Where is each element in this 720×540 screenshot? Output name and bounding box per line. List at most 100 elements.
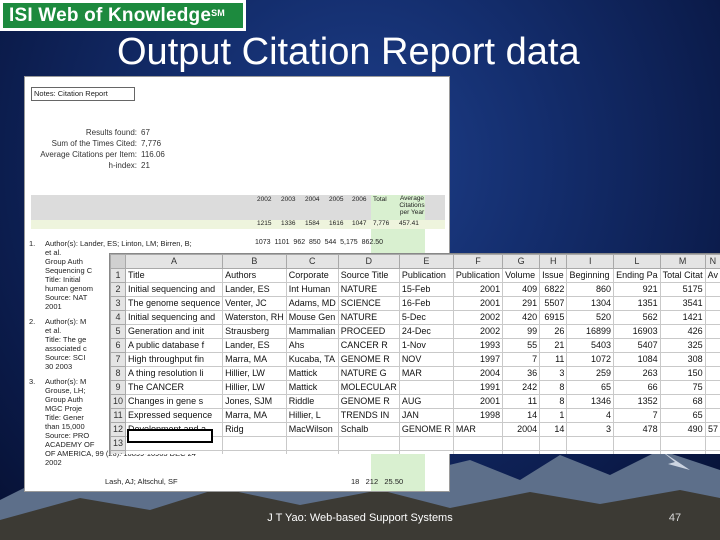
sheet-cell[interactable] <box>398 436 454 451</box>
sheet-cell[interactable]: 75 <box>659 380 706 395</box>
sheet-cell[interactable]: 1352 <box>613 394 661 409</box>
sheet-cell[interactable]: NATURE <box>337 310 400 325</box>
sheet-cell[interactable] <box>539 450 568 454</box>
sheet-cell[interactable]: 26 <box>539 324 568 339</box>
sheet-cell[interactable] <box>285 436 339 451</box>
sheet-cell[interactable]: GENOME R <box>398 422 454 437</box>
row-header[interactable]: 10 <box>110 394 127 409</box>
sheet-cell[interactable]: 478 <box>613 422 661 437</box>
sheet-cell[interactable]: MOLECULAR <box>337 380 400 395</box>
sheet-cell[interactable]: A thing resolution li <box>125 366 224 381</box>
column-header[interactable]: C <box>285 254 339 269</box>
sheet-cell[interactable]: 5-Dec <box>398 310 454 325</box>
sheet-cell[interactable]: 36 <box>502 366 541 381</box>
sheet-cell[interactable]: 1304 <box>566 296 615 311</box>
sheet-cell[interactable]: 2002 <box>452 324 504 339</box>
sheet-cell[interactable]: 1998 <box>452 408 504 423</box>
row-header[interactable]: 8 <box>110 366 127 381</box>
column-header[interactable]: F <box>452 254 504 269</box>
sheet-cell[interactable] <box>704 352 720 367</box>
sheet-cell[interactable]: Mouse Gen <box>285 310 339 325</box>
sheet-cell[interactable]: 420 <box>502 310 541 325</box>
column-header[interactable]: B <box>222 254 287 269</box>
sheet-cell[interactable] <box>659 450 706 454</box>
sheet-cell[interactable] <box>222 450 287 454</box>
field-header-cell[interactable]: Authors <box>222 268 287 283</box>
sheet-cell[interactable] <box>285 450 339 454</box>
sheet-cell[interactable]: Initial sequencing and <box>125 310 224 325</box>
column-header[interactable]: D <box>337 254 400 269</box>
sheet-cell[interactable]: 65 <box>659 408 706 423</box>
sheet-cell[interactable] <box>704 408 720 423</box>
row-header[interactable]: 9 <box>110 380 127 395</box>
field-header-cell[interactable]: Publication <box>398 268 454 283</box>
sheet-cell[interactable]: Jones, SJM <box>222 394 287 409</box>
column-header[interactable]: M <box>659 254 706 269</box>
sheet-cell[interactable] <box>539 436 568 451</box>
row-header[interactable]: 1 <box>110 268 127 283</box>
sheet-cell[interactable]: 3541 <box>659 296 706 311</box>
sheet-cell[interactable]: TRENDS IN <box>337 408 400 423</box>
field-header-cell[interactable]: Beginning <box>566 268 615 283</box>
sheet-cell[interactable] <box>452 450 504 454</box>
sheet-cell[interactable] <box>704 366 720 381</box>
sheet-cell[interactable]: Ahs <box>285 338 339 353</box>
sheet-cell[interactable]: 8 <box>539 394 568 409</box>
sheet-cell[interactable]: Kucaba, TA <box>285 352 339 367</box>
sheet-cell[interactable]: 2001 <box>452 296 504 311</box>
sheet-cell[interactable]: Riddle <box>285 394 339 409</box>
sheet-cell[interactable]: Waterston, RH <box>222 310 287 325</box>
sheet-cell[interactable]: 11 <box>539 352 568 367</box>
sheet-cell[interactable]: Venter, JC <box>222 296 287 311</box>
sheet-cell[interactable]: NATURE <box>337 282 400 297</box>
sheet-cell[interactable]: 860 <box>566 282 615 297</box>
sheet-cell[interactable] <box>125 450 224 454</box>
sheet-cell[interactable]: Hillier, LW <box>222 366 287 381</box>
sheet-cell[interactable] <box>704 324 720 339</box>
field-header-cell[interactable]: Publication <box>452 268 504 283</box>
sheet-cell[interactable]: 14 <box>539 422 568 437</box>
sheet-cell[interactable] <box>704 436 720 451</box>
field-header-cell[interactable]: Volume <box>502 268 541 283</box>
sheet-cell[interactable]: Schalb <box>337 422 400 437</box>
column-header[interactable]: N <box>704 254 720 269</box>
sheet-cell[interactable]: 15-Feb <box>398 282 454 297</box>
sheet-cell[interactable]: Int Human <box>285 282 339 297</box>
field-header-cell[interactable]: Total Citat <box>659 268 706 283</box>
sheet-cell[interactable]: 1072 <box>566 352 615 367</box>
sheet-cell[interactable]: SCIENCE <box>337 296 400 311</box>
sheet-cell[interactable]: 2001 <box>452 394 504 409</box>
field-header-cell[interactable]: Ending Pa <box>613 268 661 283</box>
sheet-cell[interactable] <box>704 380 720 395</box>
sheet-cell[interactable]: Expressed sequence <box>125 408 224 423</box>
column-header[interactable]: A <box>125 254 224 269</box>
sheet-cell[interactable]: 1993 <box>452 338 504 353</box>
sheet-cell[interactable]: 263 <box>613 366 661 381</box>
sheet-cell[interactable] <box>704 450 720 454</box>
row-header[interactable]: 12 <box>110 422 127 437</box>
sheet-cell[interactable] <box>398 380 454 395</box>
sheet-cell[interactable]: MAR <box>398 366 454 381</box>
sheet-cell[interactable]: A public database f <box>125 338 224 353</box>
sheet-cell[interactable]: 11 <box>502 394 541 409</box>
sheet-cell[interactable]: NOV <box>398 352 454 367</box>
row-header[interactable]: 2 <box>110 282 127 297</box>
sheet-cell[interactable] <box>502 436 541 451</box>
sheet-cell[interactable]: Strausberg <box>222 324 287 339</box>
sheet-cell[interactable]: 6822 <box>539 282 568 297</box>
sheet-cell[interactable]: Generation and init <box>125 324 224 339</box>
row-header[interactable]: 13 <box>110 436 127 451</box>
sheet-cell[interactable]: GENOME R <box>337 394 400 409</box>
sheet-cell[interactable]: 66 <box>613 380 661 395</box>
sheet-cell[interactable]: 7 <box>613 408 661 423</box>
sheet-cell[interactable]: 1346 <box>566 394 615 409</box>
sheet-cell[interactable]: 16899 <box>566 324 615 339</box>
sheet-cell[interactable] <box>566 436 615 451</box>
sheet-cell[interactable]: 68 <box>659 394 706 409</box>
sheet-cell[interactable]: Ridg <box>222 422 287 437</box>
sheet-cell[interactable]: Lander, ES <box>222 338 287 353</box>
sheet-cell[interactable] <box>704 310 720 325</box>
sheet-cell[interactable]: 1351 <box>613 296 661 311</box>
sheet-cell[interactable] <box>704 338 720 353</box>
sheet-cell[interactable]: 5507 <box>539 296 568 311</box>
